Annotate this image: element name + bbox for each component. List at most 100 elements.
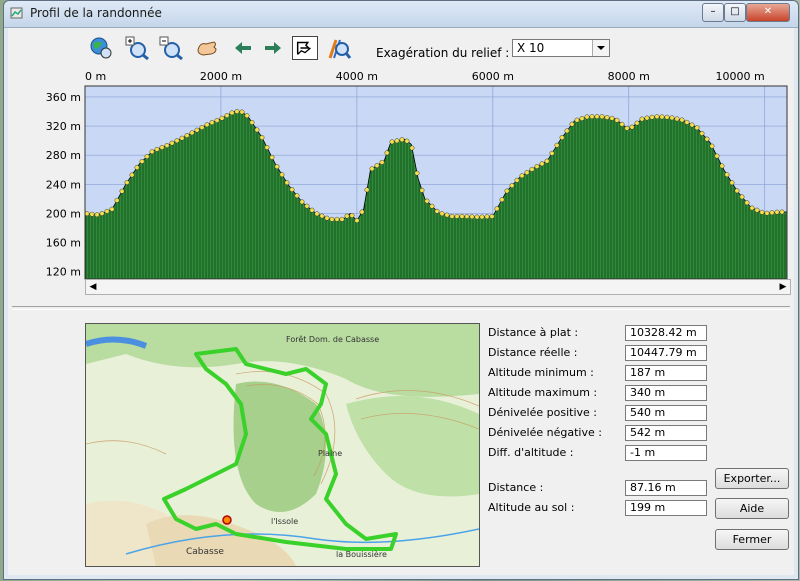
map-label-town: Cabasse [186,547,224,557]
stat-label: Altitude minimum : [488,366,594,379]
profile-point [259,135,265,140]
profile-point [269,154,275,160]
y-tick-label: 200 m [46,207,81,220]
profile-point [674,116,680,122]
profile-point [714,153,720,159]
horizontal-scrollbar[interactable]: ◀ ▶ [85,279,791,295]
profile-point [459,213,465,219]
profile-point [234,109,240,114]
profile-point [229,110,235,116]
profile-point [164,143,170,148]
stat-label: Dénivelée positive : [488,406,597,419]
profile-point [309,207,315,213]
panel-divider [12,306,790,310]
close-button[interactable]: Fermer [715,529,789,550]
relief-exaggeration-label: Exagération du relief : [376,46,510,60]
y-tick-label: 320 m [46,120,81,133]
profile-point [199,125,205,130]
profile-point [394,138,400,144]
profile-point [464,213,470,219]
profile-point [384,150,390,156]
x-tick-label: 6000 m [472,70,514,83]
profile-point [349,213,355,218]
profile-point [184,133,190,138]
profile-point [219,115,225,121]
track-zoom-icon[interactable] [326,36,352,60]
pan-hand-icon[interactable] [194,36,220,60]
profile-point [749,205,755,211]
profile-point [319,213,325,219]
elevation-profile-chart: 360 m 320 m 280 m 240 m 200 m 160 m 120 m 0 m 20… [46,70,788,280]
profile-point [149,149,155,155]
profile-point [429,203,435,209]
arrow-right-icon[interactable] [260,36,286,60]
profile-point [604,115,610,120]
profile-point [274,164,280,170]
profile-point [89,211,95,217]
profile-point [284,180,290,186]
profile-point [109,206,115,212]
window-title: Profil de la randonnée [30,6,162,20]
stat-label: Altitude au sol : [488,501,575,514]
maximize-button[interactable]: □ [724,3,746,22]
profile-point [114,197,120,203]
profile-point [169,140,175,146]
profile-point [209,120,215,126]
profile-point [469,214,475,220]
stat-value: 542 m [625,425,707,441]
profile-point [399,137,405,143]
export-button[interactable]: Exporter... [715,468,789,489]
y-tick-label: 120 m [46,266,81,279]
client-area: Exagération du relief : X 10 360 m 320 m 2… [8,28,794,575]
profile-point [719,163,725,169]
profile-point [514,177,520,183]
profile-point [324,215,330,221]
map-label-plain: Plaine [318,449,342,458]
profile-point [739,194,745,200]
relief-exaggeration-select[interactable]: X 10 [512,39,610,57]
stat-value: 10447.79 m [625,345,707,361]
profile-point [764,210,770,216]
close-window-button[interactable]: ✕ [746,3,790,22]
profile-point [414,170,420,176]
scroll-right-button[interactable]: ▶ [776,280,790,294]
stat-value: 199 m [625,500,707,516]
scroll-left-button[interactable]: ◀ [86,280,100,294]
profile-point [499,197,505,203]
x-tick-label: 8000 m [608,70,650,83]
profile-point [684,119,690,125]
arrow-left-icon[interactable] [230,36,256,60]
profile-point [369,166,375,172]
profile-point [729,180,735,186]
minimize-button[interactable]: – [702,3,724,22]
chevron-down-icon[interactable] [592,40,609,56]
profile-point [614,117,620,123]
profile-point [379,159,385,165]
globe-zoom-icon[interactable] [88,36,114,60]
profile-point [289,187,295,193]
route-map[interactable]: Forêt Dom. de Cabasse Plaine Cabasse l'I… [85,323,480,567]
profile-point [189,130,195,136]
title-bar: Profil de la randonnée – □ ✕ [4,1,798,28]
profile-point [344,213,350,219]
zoom-out-icon[interactable] [158,36,184,60]
profile-point [329,216,335,222]
profile-point [179,135,185,141]
profile-point [554,142,560,148]
profile-point [454,213,460,219]
zoom-in-icon[interactable] [124,36,150,60]
profile-point [589,114,595,120]
profile-point [724,172,730,178]
profile-point [649,114,655,120]
help-button[interactable]: Aide [715,498,789,519]
profile-point [504,188,510,194]
profile-point [244,113,250,119]
profile-mode-icon[interactable] [292,36,318,60]
stat-value: 187 m [625,365,707,381]
profile-point [769,210,775,216]
profile-point [389,139,395,145]
profile-point [644,115,650,121]
profile-point [564,128,570,134]
profile-point [699,130,705,136]
profile-point [524,170,530,175]
